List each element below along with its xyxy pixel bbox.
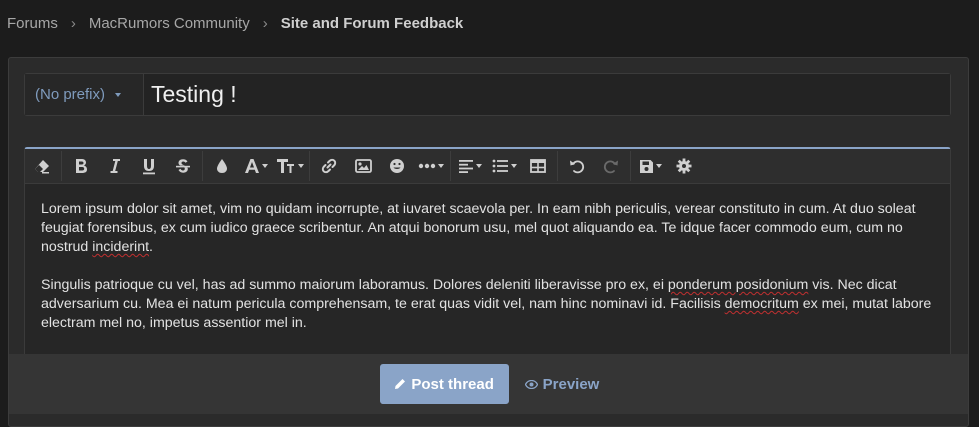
toolbar-divider: [630, 151, 631, 181]
emoji-icon[interactable]: [382, 151, 412, 181]
bold-icon[interactable]: [66, 151, 96, 181]
title-row: (No prefix): [24, 73, 951, 116]
breadcrumb: Forums › MacRumors Community › Site and …: [7, 15, 463, 32]
strikethrough-icon[interactable]: [168, 151, 198, 181]
misspelled-word: ponderum posidonium: [667, 277, 809, 293]
breadcrumb-separator: ›: [70, 15, 76, 32]
text-color-icon[interactable]: [207, 151, 237, 181]
toolbar-divider: [61, 151, 62, 181]
eraser-icon[interactable]: [27, 151, 57, 181]
breadcrumb-macrumors-community[interactable]: MacRumors Community: [89, 15, 250, 32]
list-icon[interactable]: [489, 151, 519, 181]
toolbar-divider: [309, 151, 310, 181]
chevron-down-icon: [510, 164, 517, 168]
font-size-icon[interactable]: [275, 151, 305, 181]
post-thread-button[interactable]: Post thread: [379, 364, 509, 404]
thread-title-input[interactable]: [144, 74, 950, 115]
save-draft-icon[interactable]: [635, 151, 665, 181]
editor-paragraph: Lorem ipsum dolor sit amet, vim no quida…: [41, 200, 934, 257]
paragraph-text: .: [149, 239, 153, 255]
more-icon[interactable]: [416, 151, 446, 181]
misspelled-word: democritum: [724, 296, 799, 312]
chevron-down-icon: [438, 164, 444, 168]
chevron-down-icon: [115, 92, 122, 97]
align-icon[interactable]: [455, 151, 485, 181]
paragraph-text: Lorem ipsum dolor sit amet, vim no quida…: [41, 201, 916, 255]
editor-paragraph: Singulis patrioque cu vel, has ad summo …: [41, 276, 934, 333]
toolbar-divider: [202, 151, 203, 181]
toolbar-divider: [557, 151, 558, 181]
link-icon[interactable]: [314, 151, 344, 181]
table-icon[interactable]: [523, 151, 553, 181]
redo-icon[interactable]: [596, 151, 626, 181]
breadcrumb-site-feedback[interactable]: Site and Forum Feedback: [281, 15, 464, 32]
prefix-value: (No prefix): [35, 86, 106, 103]
editor-toolbar: [25, 149, 950, 184]
image-icon[interactable]: [348, 151, 378, 181]
toolbar-divider: [450, 151, 451, 181]
undo-icon[interactable]: [562, 151, 592, 181]
chevron-down-icon: [476, 164, 482, 168]
breadcrumb-forums[interactable]: Forums: [7, 15, 58, 32]
chevron-down-icon: [298, 164, 304, 168]
editor-content[interactable]: Lorem ipsum dolor sit amet, vim no quida…: [25, 184, 950, 333]
misspelled-word: inciderint: [92, 239, 150, 255]
breadcrumb-separator: ›: [262, 15, 268, 32]
form-actions: Post thread Preview: [9, 354, 968, 414]
italic-icon[interactable]: [100, 151, 130, 181]
post-thread-label: Post thread: [411, 375, 494, 393]
paragraph-text: Singulis patrioque cu vel, has ad summo …: [41, 277, 668, 293]
chevron-down-icon: [655, 164, 662, 168]
preview-button[interactable]: Preview: [524, 375, 600, 393]
font-family-icon[interactable]: [241, 151, 271, 181]
rich-text-editor: Lorem ipsum dolor sit amet, vim no quida…: [24, 147, 951, 367]
underline-icon[interactable]: [134, 151, 164, 181]
pencil-icon: [395, 379, 406, 389]
settings-icon[interactable]: [669, 151, 699, 181]
prefix-select[interactable]: (No prefix): [25, 74, 144, 115]
preview-label: Preview: [542, 375, 600, 393]
chevron-down-icon: [262, 164, 268, 168]
eye-icon: [524, 379, 538, 389]
